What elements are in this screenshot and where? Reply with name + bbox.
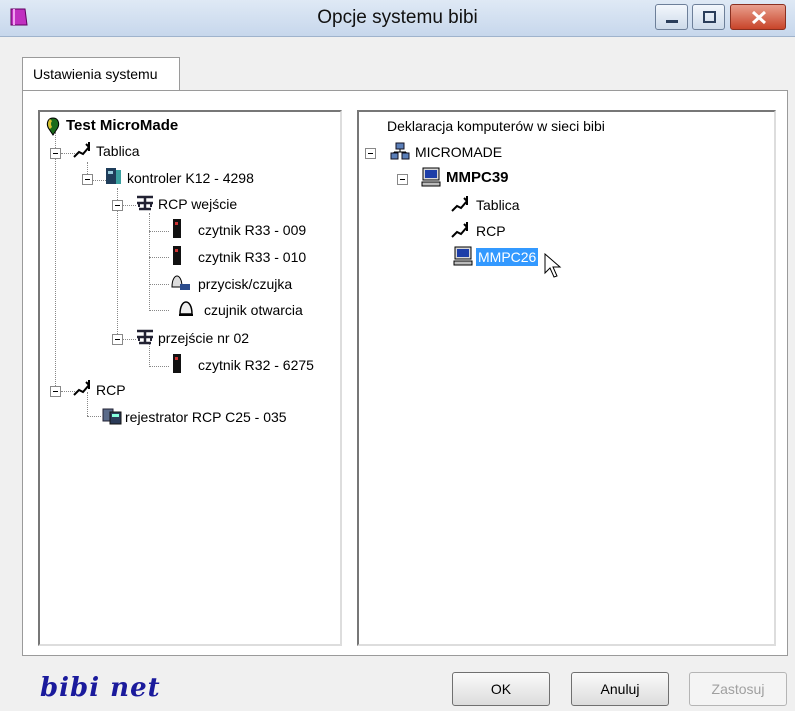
tree-item-czytnik-r33-010[interactable]: czytnik R33 - 010 [198,248,306,266]
tree-item-micromade[interactable]: MICROMADE [415,143,502,161]
network-hub-icon [137,329,153,345]
tree-line [55,132,56,394]
tree-item-tablica[interactable]: Tablica [96,142,140,160]
tree-item-tablica-right[interactable]: Tablica [476,196,520,214]
tree-item-rejestrator[interactable]: rejestrator RCP C25 - 035 [125,408,287,426]
apply-button[interactable]: Zastosuj [689,672,787,706]
maximize-button[interactable] [692,4,725,30]
bus-line-icon [451,196,468,212]
tree-root[interactable]: Test MicroMade [66,117,178,135]
recorder-icon [102,408,122,425]
title-bar: Opcje systemu bibi [0,0,795,37]
right-tree-header: Deklaracja komputerów w sieci bibi [387,118,605,134]
tree-line [149,366,169,367]
bus-line-icon [73,142,90,158]
tab-ustawienia-systemu[interactable]: Ustawienia systemu [22,57,180,91]
close-button[interactable] [730,4,786,30]
tree-item-przejscie-nr-02[interactable]: przejście nr 02 [158,329,249,347]
tree-item-mmpc39[interactable]: MMPC39 [446,169,509,187]
bus-line-icon [451,222,468,238]
cancel-button[interactable]: Anuluj [571,672,669,706]
collapse-icon[interactable] [397,174,408,185]
network-hub-icon [137,195,153,211]
tree-line [149,231,169,232]
tree-item-kontroler[interactable]: kontroler K12 - 4298 [127,169,254,187]
tree-line [149,310,169,311]
computer-icon [421,167,441,187]
bell-icon [179,301,193,316]
bibi-net-logo: bibi net [40,673,161,703]
tree-item-rcp-right[interactable]: RCP [476,222,506,240]
tree-line [149,213,150,311]
mouse-cursor-icon [544,253,562,278]
collapse-icon[interactable] [365,148,376,159]
tab-label: Ustawienia systemu [33,66,158,82]
computer-icon [453,246,473,266]
tree-item-rcp-wejscie[interactable]: RCP wejście [158,195,237,213]
tree-line [117,188,118,344]
card-reader-icon [173,219,181,238]
ok-button[interactable]: OK [452,672,550,706]
tree-line [87,416,101,417]
collapse-icon[interactable] [50,386,61,397]
collapse-icon[interactable] [112,200,123,211]
card-reader-icon [173,246,181,265]
tree-item-czytnik-r32-6275[interactable]: czytnik R32 - 6275 [198,356,314,374]
tree-item-rcp[interactable]: RCP [96,381,126,399]
root-balloon-icon [46,117,60,136]
tree-item-przycisk-czujka[interactable]: przycisk/czujka [198,275,292,293]
minimize-button[interactable] [655,4,688,30]
minimize-icon [666,20,678,23]
controller-icon [106,168,121,184]
tree-item-mmpc26-selected[interactable]: MMPC26 [476,248,539,266]
collapse-icon[interactable] [82,174,93,185]
computer-tree-panel[interactable] [357,110,776,646]
network-icon [390,142,410,160]
collapse-icon[interactable] [50,148,61,159]
tree-item-czujnik-otwarcia[interactable]: czujnik otwarcia [204,301,303,319]
bell-button-icon [171,275,190,290]
card-reader-icon [173,354,181,373]
close-icon [751,10,767,25]
bus-line-icon [73,380,90,396]
tree-line [149,257,169,258]
collapse-icon[interactable] [112,334,123,345]
maximize-icon [703,11,716,23]
tree-item-czytnik-r33-009[interactable]: czytnik R33 - 009 [198,221,306,239]
